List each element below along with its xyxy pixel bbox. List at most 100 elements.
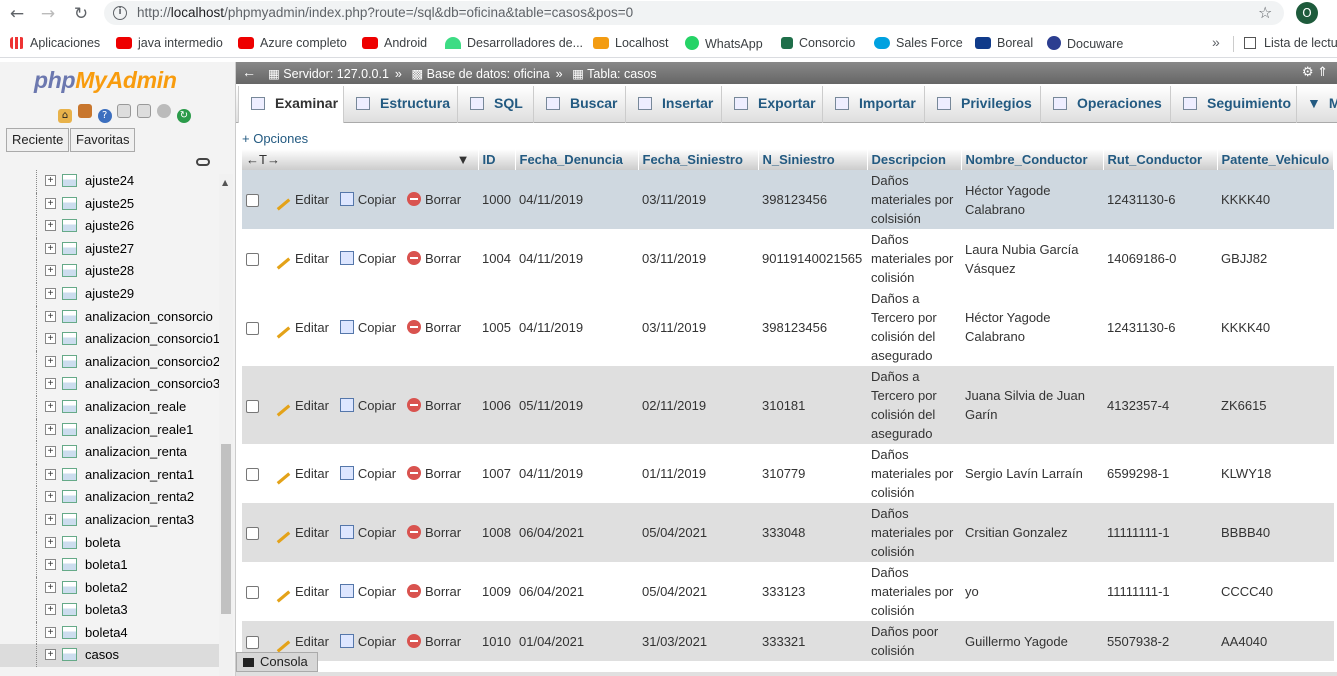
tree-item[interactable]: + ajuste24 (0, 170, 220, 193)
logout-icon[interactable] (77, 104, 92, 118)
delete-button[interactable]: Borrar (406, 192, 461, 207)
resize-arrows-icon[interactable]: ←T→ (246, 152, 280, 167)
delete-button[interactable]: Borrar (406, 319, 461, 335)
expand-plus-icon[interactable]: + (45, 242, 56, 254)
edit-button[interactable]: Editar (276, 634, 329, 652)
row-checkbox[interactable] (246, 399, 259, 413)
copy-button[interactable]: Copiar (339, 633, 396, 649)
copy-button[interactable]: Copiar (339, 466, 396, 481)
help-icon[interactable]: ? (97, 109, 112, 123)
tree-item[interactable]: + ajuste29 (0, 282, 220, 306)
expand-plus-icon[interactable]: + (45, 581, 56, 593)
copy-button[interactable]: Copiar (339, 525, 396, 540)
expand-plus-icon[interactable]: + (45, 536, 56, 548)
address-bar[interactable]: i http://localhost/phpmyadmin/index.php?… (104, 1, 1284, 25)
row-checkbox[interactable] (246, 253, 259, 267)
expand-plus-icon[interactable]: + (45, 197, 56, 209)
tab-insertar[interactable]: Insertar (626, 86, 722, 123)
console-toggle[interactable]: Consola (236, 652, 318, 672)
copy-button[interactable]: Copiar (339, 192, 396, 207)
expand-plus-icon[interactable]: + (45, 491, 56, 503)
delete-button[interactable]: Borrar (406, 633, 461, 649)
edit-button[interactable]: Editar (276, 320, 329, 338)
info-icon[interactable]: i (113, 6, 127, 20)
page-icon[interactable] (137, 104, 152, 118)
tree-item[interactable]: + analizacion_consorcio3 (0, 373, 220, 396)
expand-plus-icon[interactable]: + (45, 333, 56, 345)
expand-plus-icon[interactable]: + (45, 513, 56, 525)
edit-button[interactable]: Editar (276, 466, 329, 485)
bookmarks-more-chevron-icon[interactable]: » (1212, 34, 1220, 50)
tree-item[interactable]: + analizacion_renta (0, 441, 220, 464)
edit-button[interactable]: Editar (276, 398, 329, 416)
tab-examinar[interactable]: Examinar (238, 86, 344, 123)
row-checkbox[interactable] (246, 527, 259, 541)
bookmark-docuware[interactable]: Docuware (1047, 36, 1123, 51)
tree-item-selected[interactable]: + casos (0, 644, 220, 668)
column-header[interactable]: Descripcion (867, 149, 962, 170)
column-header[interactable]: Nombre_Conductor (961, 149, 1104, 170)
edit-button[interactable]: Editar (276, 192, 329, 211)
home-icon[interactable]: ⌂ (58, 109, 72, 123)
copy-button[interactable]: Copiar (339, 251, 396, 266)
copy-button[interactable]: Copiar (339, 319, 396, 335)
link-panels-icon[interactable] (196, 158, 210, 166)
expand-plus-icon[interactable]: + (45, 468, 56, 480)
tree-item[interactable]: + analizacion_renta3 (0, 508, 220, 532)
favorites-button[interactable]: Favoritas (70, 128, 136, 152)
expand-plus-icon[interactable]: + (45, 220, 56, 232)
breadcrumb-server[interactable]: Servidor: 127.0.0.1 (283, 67, 389, 81)
delete-button[interactable]: Borrar (406, 525, 461, 540)
tree-item[interactable]: + analizacion_renta2 (0, 486, 220, 509)
delete-button[interactable]: Borrar (406, 584, 461, 599)
edit-button[interactable]: Editar (276, 584, 329, 603)
column-header[interactable]: ID (478, 149, 516, 170)
phpmyadmin-logo[interactable]: phpMyAdmin (34, 67, 177, 94)
tree-item[interactable]: + ajuste27 (0, 237, 220, 261)
bottom-scrollbar[interactable] (236, 672, 1337, 676)
edit-button[interactable]: Editar (276, 525, 329, 544)
bookmark-consorcio[interactable]: Consorcio (781, 36, 855, 50)
scroll-up-arrow-icon[interactable]: ▲ (222, 178, 228, 187)
expand-plus-icon[interactable]: + (45, 604, 56, 616)
expand-plus-icon[interactable]: + (45, 423, 56, 435)
sidebar-scrollbar[interactable]: ▲ (219, 174, 233, 676)
column-header[interactable]: Fecha_Denuncia (515, 149, 639, 170)
bookmark-android[interactable]: Android (362, 36, 427, 50)
tab-privilegios[interactable]: Privilegios (925, 86, 1041, 123)
row-checkbox[interactable] (246, 468, 259, 482)
tree-item[interactable]: + boleta3 (0, 599, 220, 622)
expand-plus-icon[interactable]: + (45, 287, 56, 299)
forward-arrow-icon[interactable]: → (37, 3, 59, 25)
bookmark-boreal[interactable]: Boreal (975, 36, 1033, 50)
delete-button[interactable]: Borrar (406, 251, 461, 266)
expand-plus-icon[interactable]: + (45, 649, 56, 661)
column-header[interactable]: Fecha_Siniestro (638, 149, 759, 170)
collapse-arrow-icon[interactable]: ← (242, 64, 256, 80)
column-header[interactable]: Rut_Conductor (1103, 149, 1218, 170)
breadcrumb-table[interactable]: Tabla: casos (587, 67, 656, 81)
bookmark-star-icon[interactable]: ☆ (1258, 3, 1272, 22)
tab-exportar[interactable]: Exportar (722, 86, 823, 123)
sort-dropdown-icon[interactable]: ▼ (457, 152, 470, 167)
gear-icon[interactable] (157, 104, 172, 118)
delete-button[interactable]: Borrar (406, 397, 461, 413)
tree-item[interactable]: + ajuste28 (0, 260, 220, 283)
refresh-icon[interactable]: ↻ (176, 109, 191, 123)
tab-seguimiento[interactable]: Seguimiento (1171, 86, 1297, 123)
bookmark-developers[interactable]: Desarrolladores de... (445, 36, 583, 50)
tree-item[interactable]: + boleta (0, 531, 220, 555)
tree-item[interactable]: + analizacion_renta1 (0, 463, 220, 487)
tree-item[interactable]: + boleta2 (0, 576, 220, 600)
expand-plus-icon[interactable]: + (45, 559, 56, 571)
expand-plus-icon[interactable]: + (45, 446, 56, 458)
docs-icon[interactable] (117, 104, 132, 118)
tree-item[interactable]: + ajuste26 (0, 215, 220, 238)
bookmark-salesforce[interactable]: Sales Force (874, 36, 963, 50)
expand-plus-icon[interactable]: + (45, 626, 56, 638)
tree-item[interactable]: + ajuste25 (0, 192, 220, 216)
expand-plus-icon[interactable]: + (45, 310, 56, 322)
bookmark-apps[interactable]: Aplicaciones (10, 36, 100, 50)
breadcrumb-database[interactable]: Base de datos: oficina (427, 67, 550, 81)
expand-plus-icon[interactable]: + (45, 175, 56, 186)
